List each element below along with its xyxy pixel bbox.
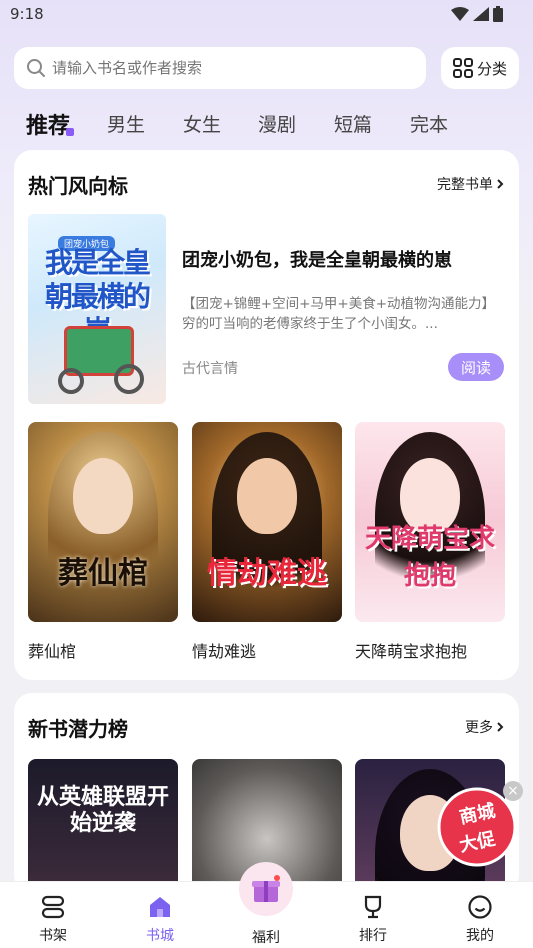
chevron-right-icon bbox=[497, 179, 504, 189]
book-item[interactable]: 情劫难逃 情劫难逃 bbox=[192, 422, 342, 662]
tab-female[interactable]: 女生 bbox=[183, 110, 221, 137]
tab-completed[interactable]: 完本 bbox=[410, 110, 448, 137]
book-item[interactable]: 天降萌宝求抱抱 天降萌宝求抱抱 bbox=[355, 422, 505, 662]
status-icons bbox=[451, 6, 503, 22]
book-cover: 天降萌宝求抱抱 bbox=[355, 422, 505, 622]
nav-bookstore[interactable]: 书城 bbox=[120, 882, 200, 948]
featured-book-genre: 古代言情 bbox=[182, 361, 238, 377]
category-label: 分类 bbox=[476, 59, 507, 78]
home-icon bbox=[150, 897, 170, 917]
nav-bookshelf[interactable]: 书架 bbox=[13, 882, 93, 948]
search-icon bbox=[27, 59, 45, 77]
full-list-link[interactable]: 完整书单 bbox=[437, 174, 505, 194]
cover-title: 葬仙棺 bbox=[58, 556, 148, 591]
cover-face-art bbox=[73, 458, 133, 534]
book-cover: 葬仙棺 bbox=[28, 422, 178, 622]
search-input[interactable] bbox=[52, 59, 392, 77]
featured-book-cover[interactable]: 团宠小奶包 我是全皇朝最横的崽 bbox=[28, 214, 166, 404]
more-label: 更多 bbox=[465, 720, 493, 736]
full-list-label: 完整书单 bbox=[437, 177, 493, 193]
nav-label: 书架 bbox=[39, 928, 67, 944]
nav-label: 我的 bbox=[466, 928, 494, 944]
nav-ranking[interactable]: 排行 bbox=[333, 882, 413, 948]
cover-wheel-art bbox=[114, 364, 144, 394]
wifi-icon bbox=[451, 7, 469, 21]
search-box[interactable] bbox=[14, 47, 426, 89]
featured-book-title[interactable]: 团宠小奶包，我是全皇朝最横的崽 bbox=[182, 246, 452, 272]
book-cover: 情劫难逃 bbox=[192, 422, 342, 622]
status-bar: 9:18 bbox=[0, 0, 533, 30]
more-link[interactable]: 更多 bbox=[465, 717, 505, 737]
trophy-icon bbox=[364, 895, 382, 919]
tab-recommend[interactable]: 推荐 bbox=[26, 108, 70, 140]
nav-profile[interactable]: 我的 bbox=[440, 882, 520, 948]
cover-title: 天降萌宝求抱抱 bbox=[364, 524, 495, 591]
gift-icon bbox=[252, 875, 280, 902]
book-item[interactable]: 葬仙棺 葬仙棺 bbox=[28, 422, 178, 662]
category-button[interactable]: 分类 bbox=[441, 47, 519, 89]
smile-icon bbox=[468, 895, 492, 919]
bookshelf-icon bbox=[41, 895, 65, 919]
section-title: 热门风向标 bbox=[28, 174, 128, 198]
cover-title: 从英雄联盟开始逆袭 bbox=[36, 785, 169, 836]
section-title: 新书潜力榜 bbox=[28, 717, 128, 741]
book-title: 情劫难逃 bbox=[192, 642, 257, 661]
signal-icon bbox=[473, 7, 489, 21]
chevron-right-icon bbox=[497, 722, 504, 732]
battery-icon bbox=[493, 6, 503, 22]
tab-comic[interactable]: 漫剧 bbox=[258, 110, 296, 137]
read-button[interactable]: 阅读 bbox=[448, 353, 504, 381]
active-tab-indicator bbox=[66, 128, 74, 136]
featured-book-description: 【团宠+锦鲤+空间+马甲+美食+动植物沟通能力】穷的叮当响的老傅家终于生了个小闺… bbox=[182, 296, 496, 332]
hot-section-card: 热门风向标 完整书单 团宠小奶包 我是全皇朝最横的崽 团宠小奶包，我是全皇朝最横… bbox=[14, 150, 519, 680]
welfare-gift-button[interactable] bbox=[239, 862, 293, 916]
nav-label: 排行 bbox=[359, 928, 387, 944]
cover-face-art bbox=[237, 458, 297, 534]
nav-label: 书城 bbox=[146, 928, 174, 944]
grid-icon bbox=[452, 58, 473, 78]
status-time: 9:18 bbox=[10, 5, 44, 23]
tab-male[interactable]: 男生 bbox=[107, 110, 145, 137]
book-title: 天降萌宝求抱抱 bbox=[355, 642, 468, 661]
tab-short[interactable]: 短篇 bbox=[334, 110, 372, 137]
book-title: 葬仙棺 bbox=[28, 642, 77, 661]
cover-title: 情劫难逃 bbox=[207, 556, 327, 591]
cover-wheel-art bbox=[58, 368, 84, 394]
nav-label: 福利 bbox=[252, 930, 280, 946]
promo-close-icon[interactable]: × bbox=[503, 781, 523, 801]
